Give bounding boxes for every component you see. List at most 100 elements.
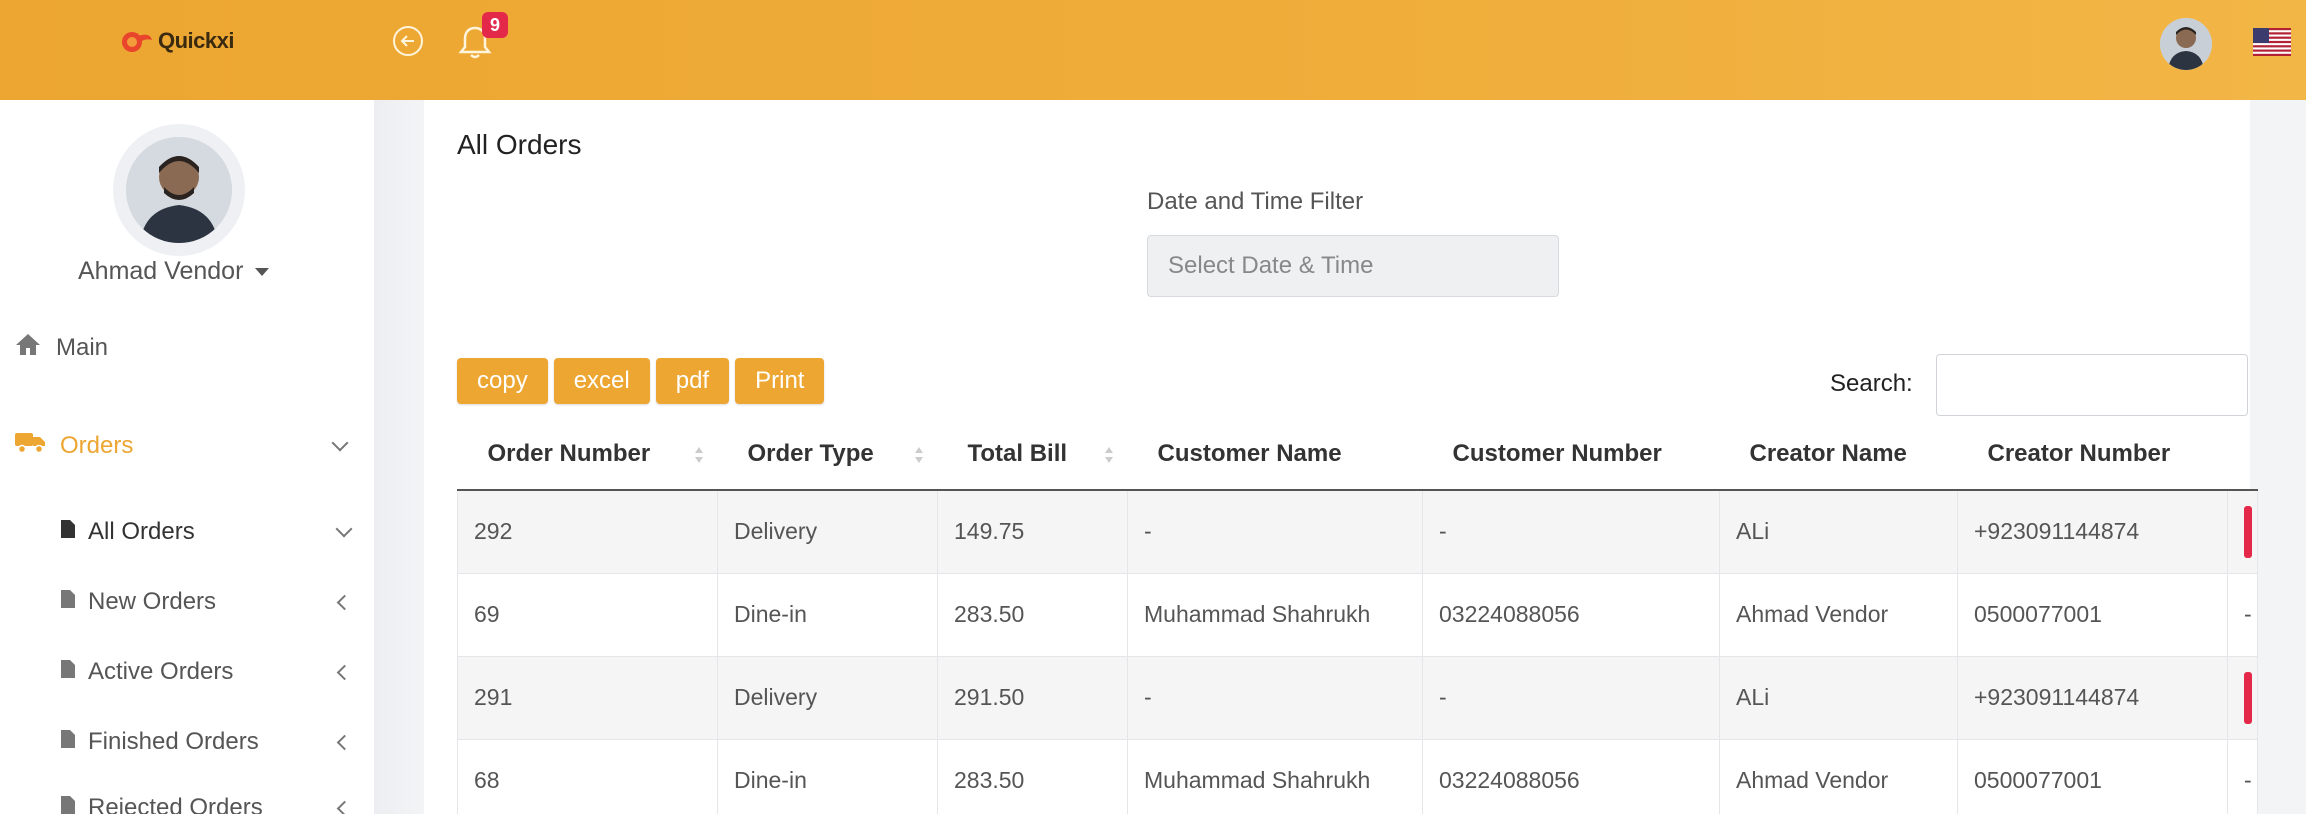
sidebar-item-orders[interactable]: Orders (14, 430, 354, 461)
cell-order-type: Delivery (717, 490, 938, 574)
sort-icon (694, 447, 703, 463)
table-row[interactable]: 69 Dine-in 283.50 Muhammad Shahrukh 0322… (457, 573, 2258, 657)
table-row[interactable]: 291 Delivery 291.50 - - ALi +92309114487… (457, 656, 2258, 740)
cell-action (2227, 656, 2258, 740)
column-header-order-number[interactable]: Order Number (457, 418, 718, 491)
date-time-filter-input[interactable] (1147, 235, 1559, 297)
cell-total-bill: 149.75 (937, 490, 1128, 574)
cell-creator-number: 0500077001 (1957, 573, 2228, 657)
excel-button[interactable]: excel (553, 358, 650, 404)
search-input[interactable] (1936, 354, 2248, 416)
cell-total-bill: 283.50 (937, 739, 1128, 814)
cell-creator-number: +923091144874 (1957, 656, 2228, 740)
sidebar-item-main[interactable]: Main (14, 332, 108, 363)
back-arrow-icon[interactable] (393, 26, 423, 56)
caret-down-icon (255, 267, 270, 276)
document-icon (60, 518, 76, 546)
cell-action: - (2227, 739, 2258, 814)
cell-creator-name: Ahmad Vendor (1719, 739, 1958, 814)
sidebar-item-all-orders[interactable]: All Orders (60, 518, 354, 546)
cell-creator-number: 0500077001 (1957, 739, 2228, 814)
cell-order-type: Dine-in (717, 573, 938, 657)
profile-name: Ahmad Vendor (78, 257, 244, 285)
document-icon (60, 728, 76, 756)
profile-photo (126, 137, 232, 243)
table-row[interactable]: 68 Dine-in 283.50 Muhammad Shahrukh 0322… (457, 739, 2258, 814)
export-buttons: copy excel pdf Print (457, 358, 825, 404)
app-logo[interactable]: Quickxi (118, 28, 234, 54)
cell-order-number: 69 (457, 573, 718, 657)
us-flag-icon[interactable] (2253, 28, 2291, 56)
quickxi-logo-icon (118, 28, 154, 54)
chevron-left-icon (336, 800, 353, 814)
action-button[interactable] (2244, 505, 2252, 558)
sidebar-item-rejected-orders[interactable]: Rejected Orders (60, 794, 354, 814)
action-button[interactable] (2244, 671, 2252, 724)
cell-action: - (2227, 573, 2258, 657)
cell-creator-number: +923091144874 (1957, 490, 2228, 574)
cell-order-type: Dine-in (717, 739, 938, 814)
copy-button[interactable]: copy (457, 358, 548, 404)
sidebar-item-new-orders[interactable]: New Orders (60, 588, 354, 616)
page-title: All Orders (457, 129, 582, 160)
sidebar-item-label: Main (56, 333, 109, 361)
top-bar (0, 0, 2306, 100)
truck-icon (14, 430, 46, 461)
pdf-button[interactable]: pdf (655, 358, 730, 404)
cell-creator-name: ALi (1719, 656, 1958, 740)
sidebar-item-label: Orders (60, 431, 134, 459)
column-header-label: Order Number (487, 439, 651, 467)
date-filter-label: Date and Time Filter (1147, 188, 1364, 215)
chevron-left-icon (336, 594, 353, 610)
cell-total-bill: 283.50 (937, 573, 1128, 657)
cell-creator-name: ALi (1719, 490, 1958, 574)
chevron-down-icon (331, 434, 349, 451)
column-header-total-bill[interactable]: Total Bill (937, 418, 1128, 491)
document-icon (60, 658, 76, 686)
column-header-label: Customer Name (1157, 439, 1342, 467)
sort-icon (1104, 447, 1113, 463)
column-header-label: Total Bill (967, 439, 1068, 467)
cell-customer-number: 03224088056 (1422, 739, 1720, 814)
cell-total-bill: 291.50 (937, 656, 1128, 740)
cell-customer-name: Muhammad Shahrukh (1127, 739, 1423, 814)
sidebar-item-finished-orders[interactable]: Finished Orders (60, 728, 354, 756)
notification-badge: 9 (482, 12, 508, 38)
app-name: Quickxi (158, 28, 234, 53)
cell-customer-number: - (1422, 656, 1720, 740)
chevron-down-icon (335, 520, 353, 538)
document-icon (60, 588, 76, 616)
column-header-label: Creator Name (1749, 439, 1907, 467)
column-header-creator-name[interactable]: Creator Name (1719, 418, 1958, 491)
sidebar-item-label: New Orders (88, 588, 217, 615)
top-user-avatar[interactable] (2160, 18, 2212, 70)
document-icon (60, 794, 76, 814)
chevron-left-icon (336, 734, 353, 750)
sidebar: Ahmad Vendor Main Orders All Orders New … (0, 100, 374, 814)
sidebar-item-active-orders[interactable]: Active Orders (60, 658, 354, 686)
cell-customer-name: - (1127, 656, 1423, 740)
sidebar-item-label: Rejected Orders (88, 794, 263, 814)
table-row[interactable]: 292 Delivery 149.75 - - ALi +92309114487… (457, 490, 2258, 574)
column-header-customer-name[interactable]: Customer Name (1127, 418, 1423, 491)
cell-customer-name: Muhammad Shahrukh (1127, 573, 1423, 657)
sidebar-item-label: Active Orders (88, 658, 234, 685)
sidebar-edge (374, 100, 424, 814)
column-header-label: Creator Number (1987, 439, 2171, 467)
sidebar-item-label: All Orders (88, 518, 195, 545)
home-icon (14, 332, 42, 363)
profile-name-dropdown[interactable]: Ahmad Vendor (78, 257, 270, 286)
cell-order-number: 68 (457, 739, 718, 814)
cell-order-number: 292 (457, 490, 718, 574)
profile-avatar[interactable] (113, 124, 245, 256)
column-header-customer-number[interactable]: Customer Number (1422, 418, 1720, 491)
column-header-creator-number[interactable]: Creator Number (1957, 418, 2228, 491)
cell-order-type: Delivery (717, 656, 938, 740)
sidebar-item-label: Finished Orders (88, 728, 259, 755)
column-header-actions (2227, 418, 2258, 491)
print-button[interactable]: Print (735, 358, 825, 404)
chevron-left-icon (336, 664, 353, 680)
column-header-label: Order Type (747, 439, 874, 467)
column-header-order-type[interactable]: Order Type (717, 418, 938, 491)
cell-customer-name: - (1127, 490, 1423, 574)
